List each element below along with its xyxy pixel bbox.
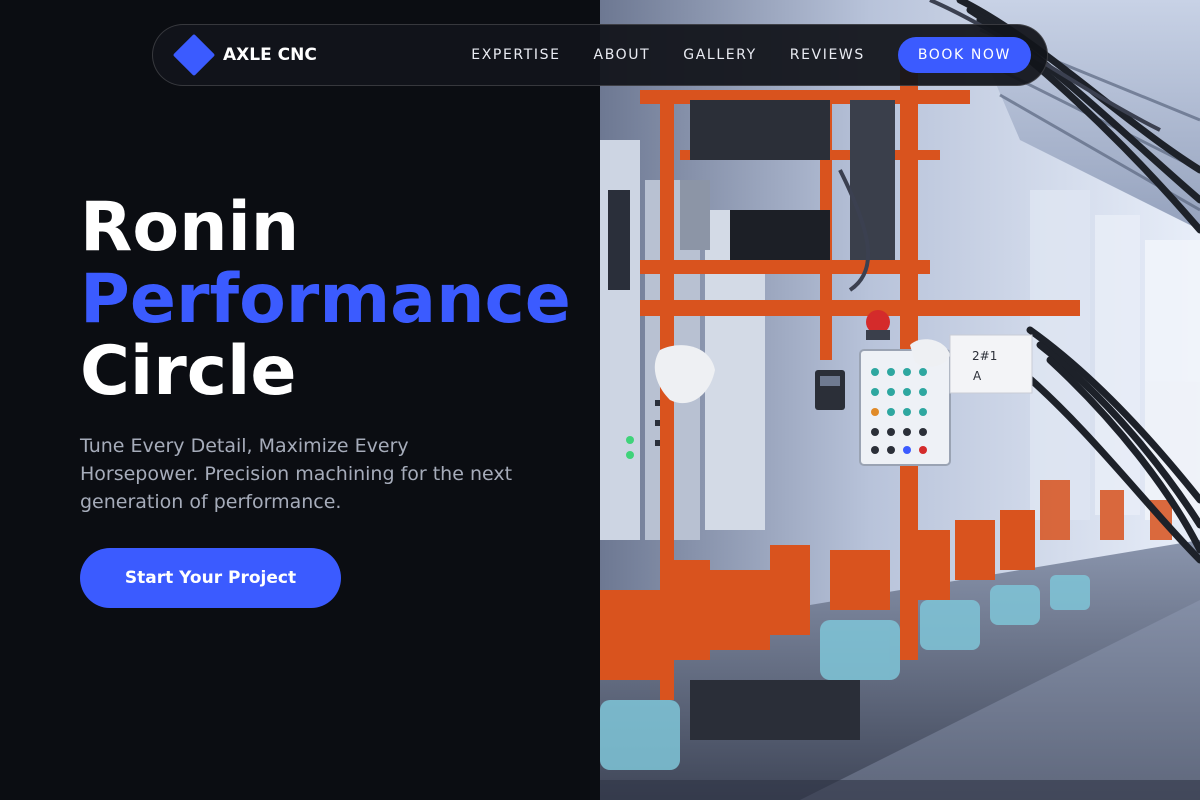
book-now-button[interactable]: BOOK NOW: [897, 37, 1031, 73]
panel-label-bottom: A: [973, 369, 982, 383]
hero-title-line-1: Ronin: [80, 188, 300, 267]
hero-subtitle: Tune Every Detail, Maximize Every Horsep…: [80, 435, 513, 513]
diamond-logo-icon: [172, 33, 216, 77]
nav-link-reviews[interactable]: REVIEWS: [790, 47, 865, 63]
brand-link[interactable]: AXLE CNC: [171, 33, 317, 77]
nav-link-gallery[interactable]: GALLERY: [683, 47, 756, 63]
nav-link-about[interactable]: ABOUT: [594, 47, 651, 63]
hero-factory-image: 2#1 A: [600, 0, 1200, 800]
brand-name: AXLE CNC: [223, 45, 317, 65]
nav-link-expertise[interactable]: EXPERTISE: [471, 47, 560, 63]
hero-title-line-3: Circle: [80, 332, 297, 411]
start-project-button[interactable]: Start Your Project: [80, 548, 341, 608]
top-nav: AXLE CNC EXPERTISE ABOUT GALLERY REVIEWS…: [152, 24, 1048, 86]
hero-title-line-2: Performance: [80, 260, 571, 339]
factory-illustration: 2#1 A: [600, 0, 1200, 800]
landing-page: 2#1 A AXLE CNC EXPERTISE ABOUT GALLERY R…: [0, 0, 1200, 800]
panel-label-top: 2#1: [972, 349, 997, 363]
nav-links: EXPERTISE ABOUT GALLERY REVIEWS BOOK NOW: [471, 37, 1031, 73]
hero-title: Ronin Performance Circle: [80, 192, 571, 408]
